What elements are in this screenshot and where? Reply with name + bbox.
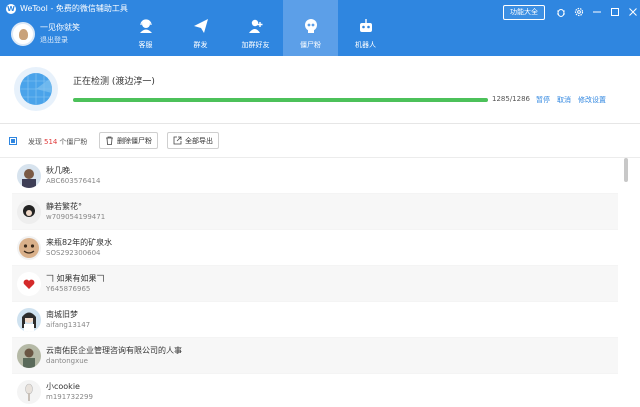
paper-plane-icon [193,19,208,33]
add-friend-icon [248,19,262,33]
contact-id: w709054199471 [46,213,106,221]
main-nav: 客服 群发 加群好友 僵尸粉 机器人 [118,0,393,56]
avatar [17,343,41,368]
pause-button[interactable]: 暂停 [536,95,550,105]
user-name: 一见你就笑 [40,23,80,32]
avatar [17,307,41,332]
export-icon [173,136,182,145]
found-count: 514 [44,138,58,146]
contact-id: m191732299 [46,393,93,401]
avatar[interactable] [11,22,35,46]
list-item[interactable]: 云南佑民企业管理咨询有限公司的人事 dantongxue [12,338,618,374]
contact-name: 南城旧梦 [46,310,78,319]
scan-actions: 暂停 取消 修改设置 [536,95,606,105]
select-all-checkbox[interactable] [9,137,17,145]
contact-id: dantongxue [46,357,88,365]
user-profile[interactable]: 一见你就笑 退出登录 [11,22,80,46]
export-all-button[interactable]: 全部导出 [167,132,219,149]
list-item[interactable]: 𠃍 如果有如果𠃍 Y645876965 [12,266,618,302]
zombie-list: 秋几晚. ABC603576414 静若繁花° w709054199471 来瓶82… [12,158,618,407]
customer-service-icon [139,19,152,33]
avatar [17,199,41,224]
list-item[interactable]: 南城旧梦 aifang13147 [12,302,618,338]
tab-add-group-friends[interactable]: 加群好友 [228,0,283,56]
contact-id: SOS292300604 [46,249,101,257]
list-item[interactable]: 小cookie m191732299 [12,374,618,407]
progress-bar [73,98,488,102]
list-toolbar: 发现 514 个僵尸粉 删除僵尸粉 全部导出 [0,124,640,158]
contact-name: 小cookie [46,382,80,391]
list-scrollbar[interactable] [624,158,628,182]
avatar [17,163,41,188]
scan-panel: 正在检测 (渡边淳一) 1285/1286 暂停 取消 修改设置 [0,56,640,124]
list-item[interactable]: 静若繁花° w709054199471 [12,194,618,230]
gear-icon[interactable] [570,5,588,19]
app-title: WeTool - 免费的微信辅助工具 [20,4,128,13]
found-suffix: 个僵尸粉 [59,138,88,146]
contact-id: aifang13147 [46,321,91,329]
close-icon[interactable] [624,5,640,19]
found-prefix: 发现 [28,138,42,146]
contact-id: ABC603576414 [46,177,101,185]
contact-name: 静若繁花° [46,202,82,211]
tab-mass-send[interactable]: 群发 [173,0,228,56]
progress-fill [73,98,488,102]
contact-name: 𠃍 如果有如果𠃍 [46,274,105,283]
progress-count: 1285/1286 [492,95,530,103]
minimize-icon[interactable] [588,5,606,19]
contact-id: Y645876965 [46,285,91,293]
contact-name: 来瓶82年的矿泉水 [46,238,113,247]
skull-icon [304,19,317,33]
modify-settings-button[interactable]: 修改设置 [578,95,606,105]
bug-icon[interactable] [552,5,570,19]
cancel-button[interactable]: 取消 [557,95,571,105]
window-controls [552,5,640,19]
contact-name: 秋几晚. [46,166,73,175]
trash-icon [106,136,113,145]
delete-zombie-button[interactable]: 删除僵尸粉 [99,132,158,149]
feature-list-button[interactable]: 功能大全 [503,5,545,20]
list-item[interactable]: 秋几晚. ABC603576414 [12,158,618,194]
maximize-icon[interactable] [606,5,624,19]
wetool-logo-icon: W [6,3,16,14]
radar-scan-icon [14,67,58,111]
scan-status: 正在检测 (渡边淳一) [73,77,155,87]
tab-customer-service[interactable]: 客服 [118,0,173,56]
app-header: W WeTool - 免费的微信辅助工具 一见你就笑 退出登录 客服 群发 加群… [0,0,640,56]
app-title-bar: W WeTool - 免费的微信辅助工具 [6,3,128,14]
avatar [17,379,41,404]
found-summary: 发现 514 个僵尸粉 [28,137,87,147]
contact-name: 云南佑民企业管理咨询有限公司的人事 [46,346,182,355]
tab-zombie-fans[interactable]: 僵尸粉 [283,0,338,56]
robot-icon [359,19,372,32]
list-item[interactable]: 来瓶82年的矿泉水 SOS292300604 [12,230,618,266]
avatar [17,271,41,296]
logout-link[interactable]: 退出登录 [40,34,80,46]
tab-robot[interactable]: 机器人 [338,0,393,56]
avatar [17,235,41,260]
